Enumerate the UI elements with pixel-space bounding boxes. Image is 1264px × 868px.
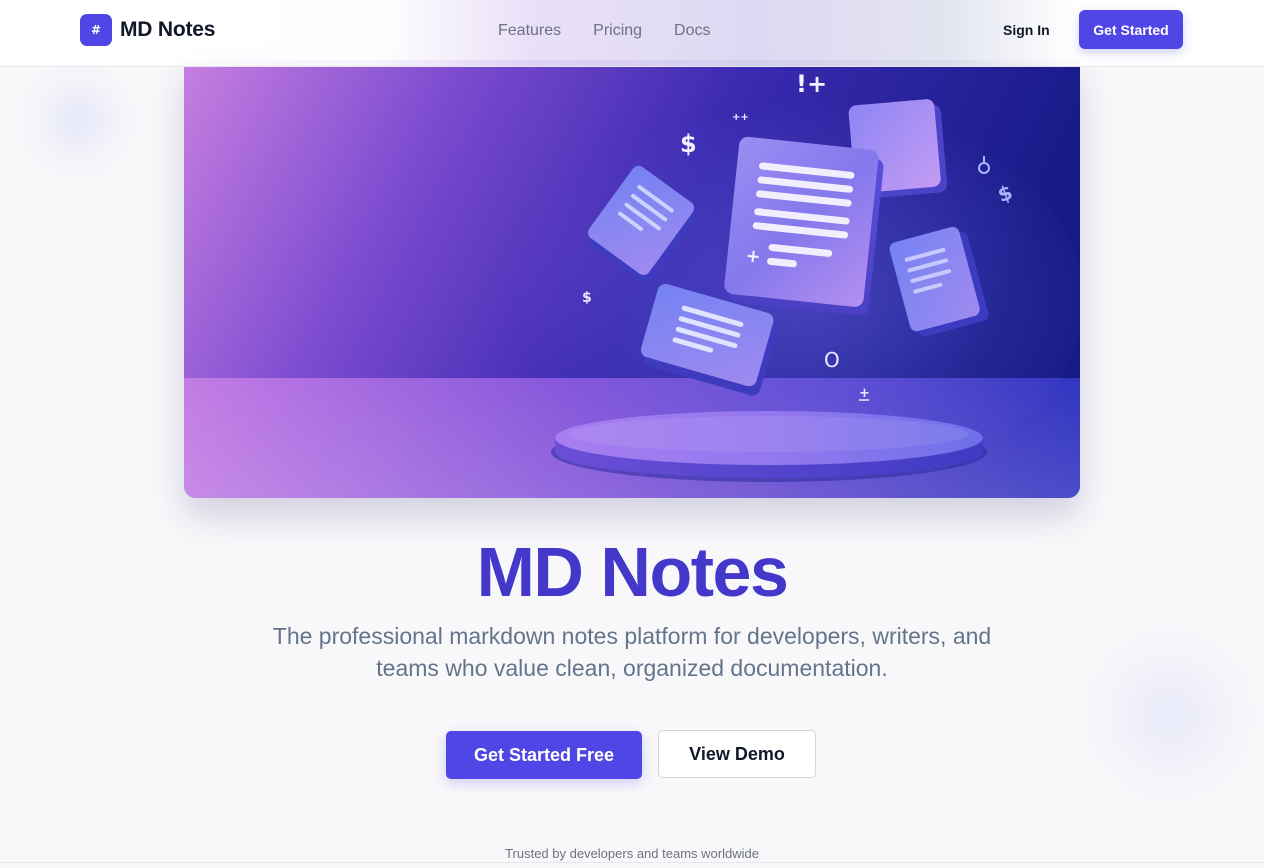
illustration-glyph: !+ [796, 70, 827, 98]
hero-subtitle: The professional markdown notes platform… [232, 620, 1032, 684]
sign-in-link[interactable]: Sign In [1003, 21, 1050, 39]
brand-name: MD Notes [120, 18, 216, 41]
hero-title: MD Notes [476, 533, 789, 611]
brand-logo[interactable]: # MD Notes [80, 14, 215, 46]
hero-subtitle-line-2: teams who value clean, organized documen… [376, 655, 888, 681]
svg-text:+: + [744, 245, 761, 267]
get-started-button[interactable]: Get Started [1079, 10, 1183, 49]
main-nav: Features Pricing Docs [498, 21, 743, 41]
view-demo-button[interactable]: View Demo [658, 730, 816, 778]
divider [0, 862, 1264, 863]
illustration-glyph: $ [582, 290, 592, 306]
site-header: # MD Notes Features Pricing Docs Sign In… [0, 0, 1264, 67]
trusted-caption: Trusted by developers and teams worldwid… [505, 846, 759, 861]
hero-illustration: + !+ ++ $ $ $ + O [184, 60, 1080, 498]
background-blob [28, 72, 128, 167]
background-blob [1080, 630, 1260, 800]
get-started-free-button[interactable]: Get Started Free [446, 731, 642, 779]
illustration-glyph: + [859, 386, 870, 401]
hero-subtitle-line-1: The professional markdown notes platform… [272, 623, 992, 649]
illustration-glyph: O [824, 348, 840, 372]
nav-link-docs[interactable]: Docs [674, 21, 710, 41]
illustration-glyph: $ [680, 130, 697, 158]
nav-link-features[interactable]: Features [498, 21, 561, 41]
illustration-glyph: ++ [732, 112, 749, 123]
hero-illustration-art: + !+ ++ $ $ $ + O [184, 60, 1080, 498]
nav-link-pricing[interactable]: Pricing [593, 21, 642, 41]
hash-icon: # [80, 14, 112, 46]
